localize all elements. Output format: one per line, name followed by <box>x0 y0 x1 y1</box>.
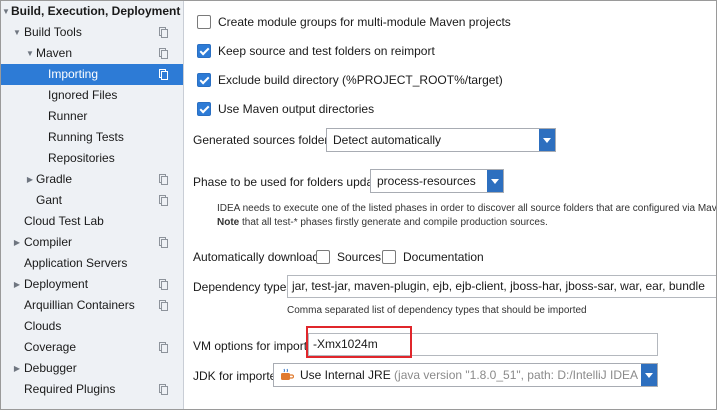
exclude-build-dir-checkbox[interactable] <box>197 73 211 87</box>
expand-arrow-down-icon[interactable]: ▼ <box>12 22 22 43</box>
expand-arrow-right-icon[interactable]: ▶ <box>12 358 22 379</box>
chevron-down-icon[interactable] <box>487 170 503 192</box>
sidebar-item-repositories[interactable]: Repositories <box>0 148 183 169</box>
sidebar-item-label: Coverage <box>24 340 77 354</box>
sidebar-item-clouds[interactable]: Clouds <box>0 316 183 337</box>
jdk-value: Use Internal JRE <box>300 368 391 382</box>
expand-arrow-down-icon[interactable]: ▼ <box>1 1 11 22</box>
sidebar-item-required-plugins[interactable]: Required Plugins <box>0 379 183 400</box>
sidebar-item-application-servers[interactable]: Application Servers <box>0 253 183 274</box>
vm-options-label: VM options for importer: <box>193 339 322 353</box>
sidebar-item-compiler[interactable]: ▶ Compiler <box>0 232 183 253</box>
generated-sources-label: Generated sources folders: <box>193 133 338 147</box>
project-settings-copy-icon <box>159 300 168 311</box>
exclude-build-dir-label: Exclude build directory (%PROJECT_ROOT%/… <box>218 73 503 87</box>
project-settings-copy-icon <box>159 174 168 185</box>
use-maven-output-label: Use Maven output directories <box>218 102 375 116</box>
chevron-down-icon[interactable] <box>641 364 657 386</box>
project-settings-copy-icon <box>159 48 168 59</box>
java-cup-icon <box>281 368 294 380</box>
sidebar-item-label: Runner <box>48 109 88 123</box>
download-sources-label: Sources <box>337 250 382 264</box>
phase-value: process-resources <box>377 174 476 188</box>
expand-arrow-down-icon[interactable]: ▼ <box>25 43 35 64</box>
sidebar-item-gradle[interactable]: ▶ Gradle <box>0 169 183 190</box>
use-maven-output-checkbox[interactable] <box>197 102 211 116</box>
chevron-down-icon[interactable] <box>539 129 555 151</box>
generated-sources-select[interactable]: Detect automatically <box>326 128 556 152</box>
project-settings-copy-icon <box>159 384 168 395</box>
sidebar-item-cloud-test-lab[interactable]: Cloud Test Lab <box>0 211 183 232</box>
sidebar-item-build-execution-deployment[interactable]: ▼ Build, Execution, Deployment <box>0 1 183 22</box>
phase-help-note: Note <box>217 217 240 228</box>
phase-label: Phase to be used for folders update: <box>193 175 387 189</box>
sidebar-item-label: Repositories <box>48 151 115 165</box>
phase-select[interactable]: process-resources <box>370 169 504 193</box>
phase-help-line2: Note that all test-* phases firstly gene… <box>217 216 548 230</box>
sidebar-item-label: Importing <box>48 67 99 81</box>
keep-source-folders-checkbox[interactable] <box>197 44 211 58</box>
dependency-types-input[interactable]: jar, test-jar, maven-plugin, ejb, ejb-cl… <box>287 275 717 298</box>
project-settings-copy-icon <box>159 279 168 290</box>
phase-help-line1: IDEA needs to execute one of the listed … <box>217 203 717 214</box>
create-module-groups-label: Create module groups for multi-module Ma… <box>218 15 511 29</box>
sidebar-item-running-tests[interactable]: Running Tests <box>0 127 183 148</box>
dependency-types-help: Comma separated list of dependency types… <box>287 305 587 316</box>
create-module-groups-checkbox[interactable] <box>197 15 211 29</box>
jdk-label: JDK for importer: <box>193 369 284 383</box>
project-settings-copy-icon <box>159 27 168 38</box>
project-settings-copy-icon <box>159 195 168 206</box>
project-settings-copy-icon <box>159 69 168 80</box>
maven-importing-panel: Create module groups for multi-module Ma… <box>184 0 717 410</box>
phase-help-text: that all test-* phases firstly generate … <box>239 217 548 228</box>
dependency-types-label: Dependency types: <box>193 280 296 294</box>
sidebar-item-ignored-files[interactable]: Ignored Files <box>0 85 183 106</box>
sidebar-item-label: Maven <box>36 46 73 60</box>
settings-tree-sidebar: ▼ Build, Execution, Deployment ▼ Build Tool… <box>0 0 184 410</box>
jdk-detail: (java version "1.8.0_51", path: D:/Intel… <box>394 368 657 382</box>
sidebar-item-deployment[interactable]: ▶ Deployment <box>0 274 183 295</box>
sidebar-item-build-tools[interactable]: ▼ Build Tools <box>0 22 183 43</box>
sidebar-item-coverage[interactable]: Coverage <box>0 337 183 358</box>
auto-download-label: Automatically download: <box>193 250 323 264</box>
sidebar-item-debugger[interactable]: ▶ Debugger <box>0 358 183 379</box>
sidebar-item-label: Cloud Test Lab <box>24 214 104 228</box>
sidebar-item-label: Required Plugins <box>24 382 116 396</box>
sidebar-item-label: Running Tests <box>48 130 124 144</box>
sidebar-item-importing[interactable]: Importing <box>0 64 183 85</box>
project-settings-copy-icon <box>159 342 168 353</box>
keep-source-folders-label: Keep source and test folders on reimport <box>218 44 435 58</box>
sidebar-item-label: Ignored Files <box>48 88 118 102</box>
sidebar-item-label: Build Tools <box>24 25 82 39</box>
generated-sources-value: Detect automatically <box>333 133 442 147</box>
download-sources-checkbox[interactable] <box>316 250 330 264</box>
sidebar-item-maven[interactable]: ▼ Maven <box>0 43 183 64</box>
expand-arrow-right-icon[interactable]: ▶ <box>12 232 22 253</box>
project-settings-copy-icon <box>159 237 168 248</box>
sidebar-item-label: Debugger <box>24 361 77 375</box>
jdk-select[interactable]: Use Internal JRE (java version "1.8.0_51… <box>273 363 658 387</box>
sidebar-item-label: Arquillian Containers <box>24 298 135 312</box>
sidebar-item-label: Application Servers <box>24 256 128 270</box>
expand-arrow-right-icon[interactable]: ▶ <box>12 274 22 295</box>
sidebar-item-label: Deployment <box>24 277 89 291</box>
download-documentation-label: Documentation <box>403 250 484 264</box>
sidebar-item-gant[interactable]: Gant <box>0 190 183 211</box>
sidebar-item-runner[interactable]: Runner <box>0 106 183 127</box>
sidebar-item-label: Compiler <box>24 235 73 249</box>
sidebar-item-label: Build, Execution, Deployment <box>11 4 181 18</box>
sidebar-item-label: Gradle <box>36 172 73 186</box>
sidebar-item-label: Gant <box>36 193 63 207</box>
expand-arrow-right-icon[interactable]: ▶ <box>25 169 35 190</box>
sidebar-item-label: Clouds <box>24 319 62 333</box>
vm-options-input[interactable]: -Xmx1024m <box>308 333 658 356</box>
download-documentation-checkbox[interactable] <box>382 250 396 264</box>
sidebar-item-arquillian-containers[interactable]: Arquillian Containers <box>0 295 183 316</box>
